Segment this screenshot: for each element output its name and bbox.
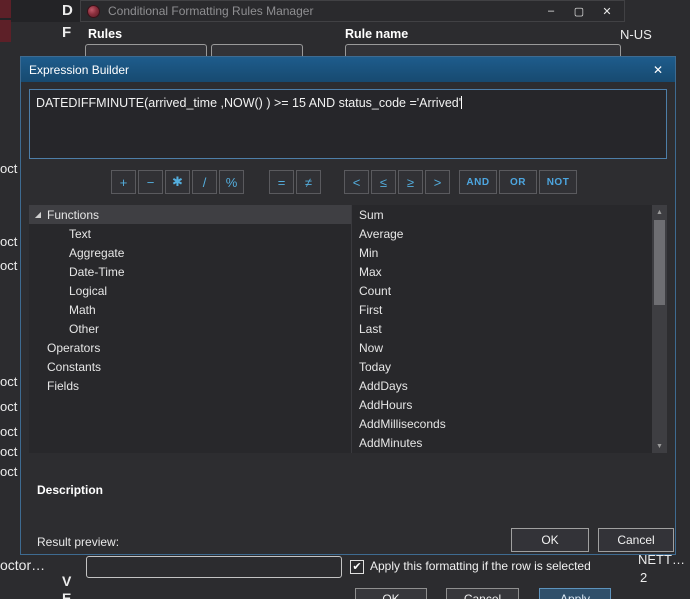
apply-if-selected-checkbox[interactable]: ✔ <box>350 560 364 574</box>
text-caret <box>461 96 462 109</box>
equality-operator-button[interactable]: = <box>269 170 294 194</box>
logical-operator-button[interactable]: AND <box>459 170 497 194</box>
logical-operator-button[interactable]: OR <box>499 170 537 194</box>
check-icon: ✔ <box>352 562 361 573</box>
expression-input[interactable]: DATEDIFFMINUTE(arrived_time ,NOW() ) >= … <box>29 89 667 159</box>
category-tree-item[interactable]: Logical <box>29 281 351 300</box>
equality-operator-button[interactable]: ≠ <box>296 170 321 194</box>
category-label: Functions <box>47 208 99 222</box>
category-tree: ◢ Functions Text Aggregate Date-Time <box>29 205 351 453</box>
category-tree-item[interactable]: Date-Time <box>29 262 351 281</box>
manager-apply-button[interactable]: Apply <box>539 588 611 599</box>
function-list-item[interactable]: First <box>352 300 652 319</box>
category-tree-item[interactable]: ◢ Functions <box>29 205 351 224</box>
rule-text-field[interactable] <box>86 556 342 578</box>
category-tree-item[interactable]: Fields <box>29 376 351 395</box>
apply-if-selected-label: Apply this formatting if the row is sele… <box>370 559 591 573</box>
function-list-item[interactable]: Today <box>352 357 652 376</box>
category-label: Fields <box>47 379 79 393</box>
math-operator-button[interactable]: / <box>192 170 217 194</box>
logical-operator-button[interactable]: NOT <box>539 170 577 194</box>
category-tree-item[interactable]: Operators <box>29 338 351 357</box>
category-label: Math <box>69 303 96 317</box>
scroll-down-icon[interactable]: ▼ <box>656 439 663 453</box>
function-list-item[interactable]: AddDays <box>352 376 652 395</box>
category-tree-item[interactable]: Text <box>29 224 351 243</box>
expression-text: DATEDIFFMINUTE(arrived_time ,NOW() ) >= … <box>36 96 461 110</box>
function-list: Sum Average Min Max Count First Last Now… <box>351 205 652 453</box>
comparison-operator-button[interactable]: > <box>425 170 450 194</box>
comparison-operator-button[interactable]: ≤ <box>371 170 396 194</box>
function-list-item[interactable]: Sum <box>352 205 652 224</box>
math-operator-button[interactable]: ✱ <box>165 170 190 194</box>
function-list-item[interactable]: Average <box>352 224 652 243</box>
apply-if-selected-row: ✔ Apply this formatting if the row is se… <box>350 559 591 574</box>
dialog-cancel-button[interactable]: Cancel <box>598 528 674 552</box>
math-operator-button[interactable]: % <box>219 170 244 194</box>
category-label: Operators <box>47 341 100 355</box>
dialog-titlebar[interactable]: Expression Builder ✕ <box>21 57 675 82</box>
math-operator-button[interactable]: + <box>111 170 136 194</box>
scroll-up-icon[interactable]: ▲ <box>656 205 663 219</box>
dialog-ok-button[interactable]: OK <box>511 528 589 552</box>
category-label: Aggregate <box>69 246 124 260</box>
function-list-item[interactable]: Count <box>352 281 652 300</box>
dialog-close-icon[interactable]: ✕ <box>649 63 667 77</box>
category-tree-item[interactable]: Other <box>29 319 351 338</box>
function-list-item[interactable]: AddMilliseconds <box>352 414 652 433</box>
comparison-operator-button[interactable]: ≥ <box>398 170 423 194</box>
manager-cancel-button[interactable]: Cancel <box>446 588 519 599</box>
category-label: Date-Time <box>69 265 125 279</box>
operator-toolbar: +−✱/% =≠ <≤≥> ANDORNOT <box>21 170 675 196</box>
equality-operator-group: =≠ <box>269 170 321 194</box>
math-operator-button[interactable]: − <box>138 170 163 194</box>
function-list-item[interactable]: Max <box>352 262 652 281</box>
expression-builder-dialog: Expression Builder ✕ DATEDIFFMINUTE(arri… <box>20 56 676 555</box>
category-label: Constants <box>47 360 101 374</box>
math-operator-group: +−✱/% <box>111 170 244 194</box>
dialog-title: Expression Builder <box>29 63 649 77</box>
function-list-item[interactable]: Last <box>352 319 652 338</box>
result-preview-label: Result preview: <box>37 535 119 549</box>
function-list-item[interactable]: Now <box>352 338 652 357</box>
category-label: Logical <box>69 284 107 298</box>
function-list-item[interactable]: AddMinutes <box>352 433 652 452</box>
comparison-operator-group: <≤≥> <box>344 170 450 194</box>
comparison-operator-button[interactable]: < <box>344 170 369 194</box>
function-list-scrollbar[interactable]: ▲ ▼ <box>652 205 667 453</box>
category-label: Other <box>69 322 99 336</box>
manager-ok-button[interactable]: OK <box>355 588 427 599</box>
function-list-item[interactable]: AddHours <box>352 395 652 414</box>
function-list-item[interactable]: Min <box>352 243 652 262</box>
logical-operator-group: ANDORNOT <box>459 170 577 194</box>
category-tree-item[interactable]: Aggregate <box>29 243 351 262</box>
function-browser: ◢ Functions Text Aggregate Date-Time <box>29 205 667 453</box>
scrollbar-thumb[interactable] <box>654 220 665 305</box>
description-label: Description <box>37 483 103 497</box>
category-tree-item[interactable]: Math <box>29 300 351 319</box>
category-label: Text <box>69 227 91 241</box>
expander-icon[interactable]: ◢ <box>31 210 45 219</box>
category-tree-item[interactable]: Constants <box>29 357 351 376</box>
